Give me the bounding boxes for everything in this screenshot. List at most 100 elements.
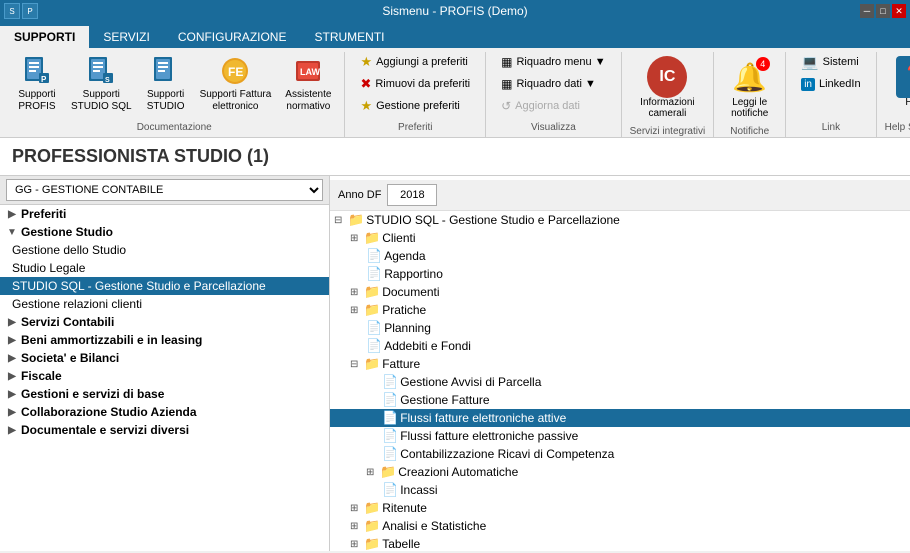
tree-row-ritenute[interactable]: ⊞ 📁 Ritenute xyxy=(330,499,910,517)
tree-row-creazioni[interactable]: ⊞ 📁 Creazioni Automatiche xyxy=(330,463,910,481)
sidebar-item-studio-sql[interactable]: STUDIO SQL - Gestione Studio e Parcellaz… xyxy=(0,277,329,295)
close-button[interactable]: ✕ xyxy=(892,4,906,18)
supporti-studio-button[interactable]: SupportiSTUDIO xyxy=(141,52,191,116)
sidebar-item-documentale[interactable]: ▶ Documentale e servizi diversi xyxy=(0,421,329,439)
clienti-label: Clienti xyxy=(382,231,415,245)
tree-row-fatture[interactable]: ⊟ 📁 Fatture xyxy=(330,355,910,373)
tree-row-flussi-attive[interactable]: 📄 Flussi fatture elettroniche attive xyxy=(330,409,910,427)
maximize-button[interactable]: □ xyxy=(876,4,890,18)
help-label: Help xyxy=(905,97,910,108)
aggiorna-dati-button[interactable]: ↺ Aggiorna dati xyxy=(494,96,613,116)
riquadro-dati-label: Riquadro dati ▼ xyxy=(516,78,595,90)
gestione-studio-expand-icon: ▼ xyxy=(6,227,18,238)
studio-sql-label: STUDIO SQL - Gestione Studio e Parcellaz… xyxy=(12,279,266,293)
preferiti-buttons: ★ Aggiungi a preferiti ✖ Rimuovi da pref… xyxy=(353,52,477,116)
flussi-passive-file-icon: 📄 xyxy=(382,428,398,444)
ribbon-group-notifiche-content: 🔔 4 Leggi lenotifiche xyxy=(722,52,777,124)
star-manage-icon: ★ xyxy=(360,98,372,114)
ribbon-group-preferiti: ★ Aggiungi a preferiti ✖ Rimuovi da pref… xyxy=(345,52,486,137)
minimize-button[interactable]: ─ xyxy=(860,4,874,18)
riquadro-dati-button[interactable]: ▦ Riquadro dati ▼ xyxy=(494,74,613,94)
contabilizzazione-label: Contabilizzazione Ricavi di Competenza xyxy=(400,447,614,461)
sidebar-item-servizi-contabili[interactable]: ▶ Servizi Contabili xyxy=(0,313,329,331)
creazioni-expand-icon: ⊞ xyxy=(366,467,378,478)
aggiorna-dati-icon: ↺ xyxy=(501,99,511,113)
tree-row-analisi[interactable]: ⊞ 📁 Analisi e Statistiche xyxy=(330,517,910,535)
help-group-label: Help Sismenu xyxy=(885,120,910,137)
creazioni-label: Creazioni Automatiche xyxy=(398,465,518,479)
tree-row-rapportino[interactable]: 📄 Rapportino xyxy=(330,265,910,283)
ritenute-expand-icon: ⊞ xyxy=(350,503,362,514)
preferiti-expand-icon: ▶ xyxy=(6,209,18,220)
notifiche-button[interactable]: 🔔 4 Leggi lenotifiche xyxy=(722,52,777,124)
help-button[interactable]: ❓ Help xyxy=(888,52,910,113)
svg-text:S: S xyxy=(105,77,110,84)
sidebar-item-gestione-studio[interactable]: ▼ Gestione Studio xyxy=(0,223,329,241)
pratiche-folder-icon: 📁 xyxy=(364,302,380,318)
tree-row-gestione-fatture[interactable]: 📄 Gestione Fatture xyxy=(330,391,910,409)
tree-row-tabelle[interactable]: ⊞ 📁 Tabelle xyxy=(330,535,910,551)
linkedin-button[interactable]: in LinkedIn xyxy=(794,74,867,94)
linkedin-icon: in xyxy=(801,78,815,91)
svg-text:LAW: LAW xyxy=(300,67,321,77)
flussi-attive-file-icon: 📄 xyxy=(382,410,398,426)
clienti-expand-icon: ⊞ xyxy=(350,233,362,244)
sistemi-label: Sistemi xyxy=(823,56,859,68)
tree-row-root[interactable]: ⊟ 📁 STUDIO SQL - Gestione Studio e Parce… xyxy=(330,211,910,229)
supporti-profis-label: SupportiPROFIS xyxy=(18,89,55,113)
sidebar-item-gestione-relazioni[interactable]: Gestione relazioni clienti xyxy=(0,295,329,313)
sidebar-item-beni-ammortizzabili[interactable]: ▶ Beni ammortizzabili e in leasing xyxy=(0,331,329,349)
tree-row-agenda[interactable]: 📄 Agenda xyxy=(330,247,910,265)
sidebar-item-gestione-dello-studio[interactable]: Gestione dello Studio xyxy=(0,241,329,259)
tab-servizi[interactable]: SERVIZI xyxy=(89,26,163,48)
sidebar-item-preferiti[interactable]: ▶ Preferiti xyxy=(0,205,329,223)
addebiti-label: Addebiti e Fondi xyxy=(384,339,471,353)
tree-row-avvisi-parcella[interactable]: 📄 Gestione Avvisi di Parcella xyxy=(330,373,910,391)
title-bar-text: Sismenu - PROFIS (Demo) xyxy=(382,4,527,18)
rimuovi-preferiti-button[interactable]: ✖ Rimuovi da preferiti xyxy=(353,74,477,94)
aggiungi-preferiti-button[interactable]: ★ Aggiungi a preferiti xyxy=(353,52,477,72)
main-area: GG - GESTIONE CONTABILE ▶ Preferiti ▼ Ge… xyxy=(0,176,910,551)
riquadro-dati-icon: ▦ xyxy=(501,77,512,91)
tab-configurazione[interactable]: CONFIGURAZIONE xyxy=(164,26,301,48)
sidebar-item-studio-legale[interactable]: Studio Legale xyxy=(0,259,329,277)
tree-row-planning[interactable]: 📄 Planning xyxy=(330,319,910,337)
sidebar-item-gestioni-servizi[interactable]: ▶ Gestioni e servizi di base xyxy=(0,385,329,403)
root-expand-icon: ⊟ xyxy=(334,215,346,226)
tree-row-clienti[interactable]: ⊞ 📁 Clienti xyxy=(330,229,910,247)
gestione-preferiti-button[interactable]: ★ Gestione preferiti xyxy=(353,96,477,116)
aggiungi-preferiti-label: Aggiungi a preferiti xyxy=(376,56,468,68)
tree-row-incassi[interactable]: 📄 Incassi xyxy=(330,481,910,499)
supporti-profis-button[interactable]: P SupportiPROFIS xyxy=(12,52,62,116)
riquadro-menu-button[interactable]: ▦ Riquadro menu ▼ xyxy=(494,52,613,72)
flussi-passive-label: Flussi fatture elettroniche passive xyxy=(400,429,578,443)
root-folder-icon: 📁 xyxy=(348,212,364,228)
sistemi-button[interactable]: 💻 Sistemi xyxy=(794,52,867,72)
tab-strumenti[interactable]: STRUMENTI xyxy=(300,26,398,48)
tree-row-documenti[interactable]: ⊞ 📁 Documenti xyxy=(330,283,910,301)
anno-df-input[interactable] xyxy=(387,184,437,206)
tree-row-pratiche[interactable]: ⊞ 📁 Pratiche xyxy=(330,301,910,319)
gestione-dropdown[interactable]: GG - GESTIONE CONTABILE xyxy=(6,179,323,201)
fatture-folder-icon: 📁 xyxy=(364,356,380,372)
planning-label: Planning xyxy=(384,321,431,335)
rimuovi-preferiti-label: Rimuovi da preferiti xyxy=(375,78,470,90)
sidebar-item-societa-bilanci[interactable]: ▶ Societa' e Bilanci xyxy=(0,349,329,367)
sidebar-item-collaborazione[interactable]: ▶ Collaborazione Studio Azienda xyxy=(0,403,329,421)
app-title: PROFESSIONISTA STUDIO (1) xyxy=(12,146,269,166)
notification-badge: 4 xyxy=(756,57,770,71)
assistente-button[interactable]: LAW Assistentenormativo xyxy=(280,52,336,116)
tab-supporti[interactable]: SUPPORTI xyxy=(0,26,89,48)
pratiche-expand-icon: ⊞ xyxy=(350,305,362,316)
tree-row-flussi-passive[interactable]: 📄 Flussi fatture elettroniche passive xyxy=(330,427,910,445)
tree-row-contabilizzazione[interactable]: 📄 Contabilizzazione Ricavi di Competenza xyxy=(330,445,910,463)
supporti-studio-sql-button[interactable]: S SupportiSTUDIO SQL xyxy=(66,52,137,116)
sidebar-item-fiscale[interactable]: ▶ Fiscale xyxy=(0,367,329,385)
informazioni-camerali-label: Informazionicamerali xyxy=(640,97,694,119)
tree-row-addebiti[interactable]: 📄 Addebiti e Fondi xyxy=(330,337,910,355)
supporti-fattura-button[interactable]: FE Supporti Fatturaelettronico xyxy=(195,52,277,116)
informazioni-camerali-button[interactable]: IC Informazionicamerali xyxy=(633,52,701,124)
collaborazione-label: Collaborazione Studio Azienda xyxy=(21,405,197,419)
tabelle-expand-icon: ⊞ xyxy=(350,539,362,550)
ritenute-label: Ritenute xyxy=(382,501,427,515)
